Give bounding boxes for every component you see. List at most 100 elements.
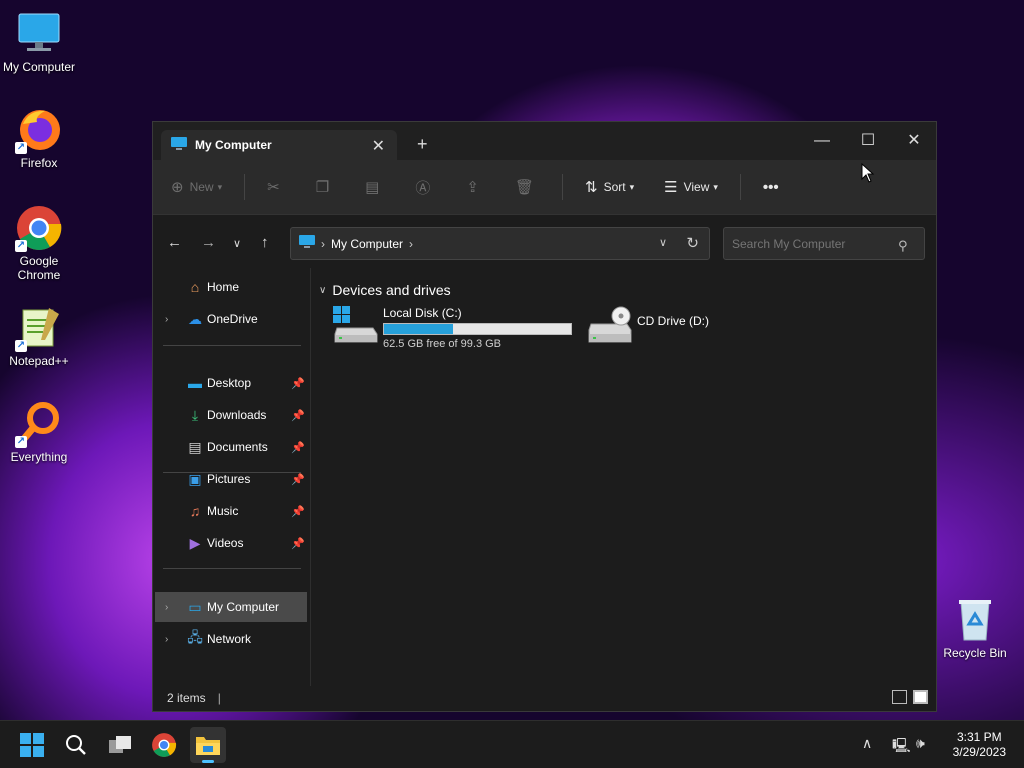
sidebar-item-label: Music [207,504,239,518]
sidebar-item-pictures[interactable]: ▣ Pictures 📌 [153,464,309,494]
sidebar-item-home[interactable]: ⌂ Home [153,272,309,302]
sort-label: Sort [603,180,626,194]
clock-time: 3:31 PM [956,730,1002,744]
task-view-button[interactable] [102,727,138,763]
sidebar-item-label: Desktop [207,376,252,390]
mouse-cursor-icon [861,163,875,183]
new-tab-button[interactable]: + [417,134,428,155]
hard-drive-icon [333,306,379,346]
clipboard-icon: ▤ [365,179,380,196]
forward-arrow-icon[interactable]: → [201,234,216,251]
address-dropdown-icon[interactable]: ∨ [659,236,667,249]
group-title: Devices and drives [332,282,451,298]
music-icon: ♫ [189,503,201,519]
taskbar-file-explorer[interactable] [190,727,226,763]
minimize-button[interactable]: — [799,128,845,154]
rename-button[interactable]: Ⓐ [415,177,436,198]
more-options-button[interactable]: ••• [763,179,785,196]
drive-local-disk-c[interactable]: Local Disk (C:) 62.5 GB free of 99.3 GB [333,306,572,350]
pin-icon[interactable]: 📌 [291,441,305,454]
sidebar-item-my-computer[interactable]: › ▭ My Computer [155,592,307,622]
close-window-button[interactable]: ✕ [891,128,937,154]
drive-name: Local Disk (C:) [383,306,462,320]
pin-icon[interactable]: 📌 [291,377,305,390]
item-count: 2 items [167,691,206,705]
chevron-right-icon[interactable]: › [165,314,168,325]
sidebar-item-music[interactable]: ♫ Music 📌 [153,496,309,526]
search-input[interactable] [723,227,925,260]
share-button[interactable]: ⇪ [466,178,485,196]
chevron-right-icon[interactable]: › [165,602,168,613]
monitor-icon [15,10,63,58]
refresh-icon[interactable]: ↻ [686,234,699,252]
cloud-icon: ☁ [188,310,202,327]
desktop-icon-notepadpp[interactable]: ↗ Notepad++ [0,304,78,368]
clock[interactable]: 3:31 PM 3/29/2023 [953,730,1006,760]
sidebar-item-downloads[interactable]: ⤓ Downloads 📌 [153,400,309,430]
network-status-icon[interactable]: 🖳 [892,735,911,759]
chevron-down-icon: ∨ [319,284,327,296]
cut-button[interactable]: ✂ [267,178,286,196]
volume-icon[interactable]: 🕪 [916,735,925,752]
view-label: View [683,180,710,194]
desktop-icon-everything[interactable]: ↗ Everything [0,400,78,464]
shortcut-arrow-icon: ↗ [15,340,27,352]
monitor-icon [171,136,187,154]
desktop-icon-my-computer[interactable]: My Computer [0,10,78,74]
sidebar-item-onedrive[interactable]: › ☁ OneDrive [153,304,309,334]
monitor-icon [299,235,315,252]
tray-overflow-chevron-icon[interactable]: ∧ [862,735,872,752]
start-button[interactable] [14,727,50,763]
group-header-devices[interactable]: ∨ Devices and drives [319,282,451,298]
address-bar[interactable]: › My Computer › ∨ ↻ [290,227,710,260]
search-button[interactable] [58,727,94,763]
sidebar-item-network[interactable]: › 🖧 Network [153,624,309,654]
search-icon[interactable]: ⚲ [898,238,908,254]
sidebar-item-documents[interactable]: ▤ Documents 📌 [153,432,309,462]
pin-icon[interactable]: 📌 [291,473,305,486]
new-button[interactable]: ⊕ New ▾ [171,178,222,196]
view-toggle [892,690,928,704]
up-arrow-icon[interactable]: ↑ [261,234,269,251]
picture-icon: ▣ [188,470,202,487]
breadcrumb-my-computer[interactable]: My Computer [331,237,403,251]
pin-icon[interactable]: 📌 [291,537,305,550]
delete-button[interactable]: 🗑 [515,178,540,196]
sidebar-item-desktop[interactable]: ▬ Desktop 📌 [153,368,309,398]
desktop-icon-label: Notepad++ [9,354,69,368]
back-arrow-icon[interactable]: ← [167,234,182,251]
maximize-button[interactable]: ☐ [845,128,891,154]
chevron-right-icon[interactable]: › [165,634,168,645]
monitor-icon: ▭ [188,598,202,615]
tab-my-computer[interactable]: My Computer ✕ [161,130,397,160]
sidebar-item-label: Home [207,280,240,294]
command-bar: ⊕ New ▾ ✂ ❐ ▤ Ⓐ ⇪ 🗑 ⇅ Sort ▾ ☰ View ▾ ••… [153,160,936,215]
copy-button[interactable]: ❐ [316,178,335,196]
title-bar[interactable]: My Computer ✕ + — ☐ ✕ [153,122,936,160]
pin-icon[interactable]: 📌 [291,505,305,518]
shortcut-arrow-icon: ↗ [15,240,27,252]
breadcrumb-chevron-icon[interactable]: › [409,237,413,251]
desktop-icon-chrome[interactable]: ↗ Google Chrome [0,204,78,282]
pin-icon[interactable]: 📌 [291,409,305,422]
desktop-icon-label: My Computer [2,60,76,74]
desktop-icon-recycle-bin[interactable]: Recycle Bin [936,596,1014,660]
paste-button[interactable]: ▤ [365,178,385,196]
large-icons-view-icon[interactable] [913,690,928,704]
desktop-icon-label: Firefox [20,156,58,170]
chevron-down-icon: ▾ [713,181,718,192]
recent-chevron-icon[interactable]: ∨ [233,237,241,250]
sidebar-item-videos[interactable]: ▶ Videos 📌 [153,528,309,558]
breadcrumb-chevron-icon[interactable]: › [321,237,325,251]
close-tab-icon[interactable]: ✕ [372,136,385,156]
desktop-icon-firefox[interactable]: ↗ Firefox [0,106,78,170]
copy-icon: ❐ [315,179,330,196]
windows-logo-icon [20,733,44,757]
details-view-icon[interactable] [892,690,907,704]
taskbar-chrome[interactable] [146,727,182,763]
desktop-folder-icon: ▬ [188,375,202,391]
view-button[interactable]: ☰ View ▾ [664,178,718,196]
drive-cd-d[interactable]: CD Drive (D:) [587,306,709,346]
taskbar: ∧ 🖳 🕪 3:31 PM 3/29/2023 [0,720,1024,768]
sort-button[interactable]: ⇅ Sort ▾ [585,178,634,196]
